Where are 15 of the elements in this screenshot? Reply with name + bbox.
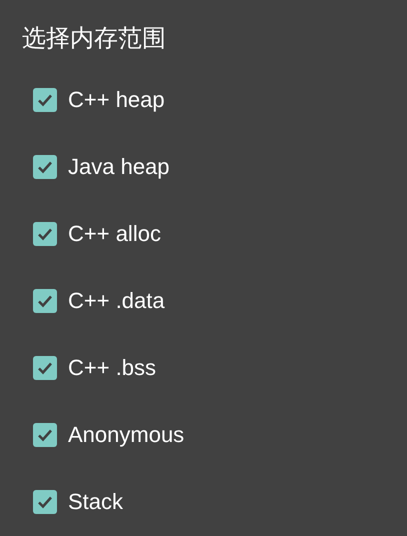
checkbox[interactable] xyxy=(33,88,57,112)
checkbox-option[interactable]: Anonymous xyxy=(22,401,184,468)
checkbox[interactable] xyxy=(33,222,57,246)
checkbox-option[interactable]: Java heap xyxy=(22,133,170,200)
dialog-title: 选择内存范围 xyxy=(22,23,167,54)
checkbox-option[interactable]: C++ alloc xyxy=(22,200,161,267)
checkbox-option[interactable]: Stack xyxy=(22,468,124,535)
checkbox-option[interactable]: C++ heap xyxy=(22,66,165,133)
checkbox[interactable] xyxy=(33,490,57,514)
checkbox[interactable] xyxy=(33,422,57,446)
checkbox[interactable] xyxy=(33,356,57,380)
checkbox-option[interactable]: C++ .data xyxy=(22,267,165,334)
checkbox[interactable] xyxy=(33,154,57,178)
checkbox-option[interactable]: C++ .bss xyxy=(22,334,156,401)
checkbox[interactable] xyxy=(33,288,57,312)
